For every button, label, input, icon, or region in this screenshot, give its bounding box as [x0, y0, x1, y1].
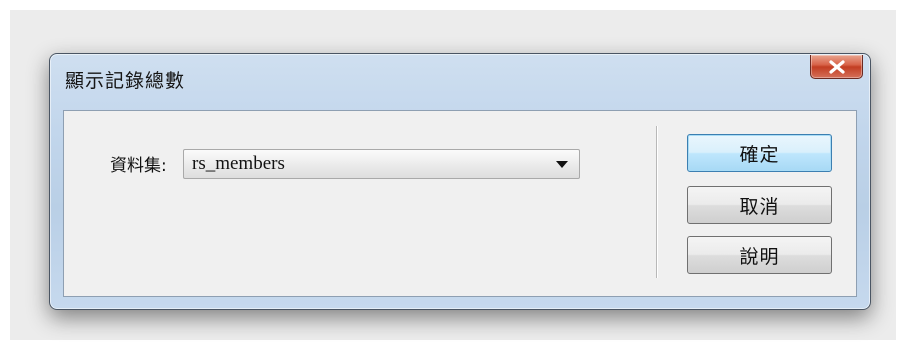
vertical-divider — [656, 126, 658, 278]
dialog-window: 顯示記錄總數 資料集: rs_members 確定 取消 說明 — [49, 53, 871, 310]
dataset-selected-value: rs_members — [192, 153, 285, 174]
dataset-label: 資料集: — [110, 156, 167, 176]
close-icon — [828, 59, 845, 74]
ok-button[interactable]: 確定 — [687, 134, 832, 172]
chevron-down-icon — [556, 161, 568, 168]
dataset-dropdown[interactable]: rs_members — [183, 149, 580, 179]
cancel-button[interactable]: 取消 — [687, 186, 832, 224]
dialog-body: 資料集: rs_members 確定 取消 說明 — [63, 110, 857, 297]
dialog-title: 顯示記錄總數 — [65, 70, 186, 92]
close-button[interactable] — [810, 55, 863, 79]
help-button[interactable]: 說明 — [687, 236, 832, 274]
